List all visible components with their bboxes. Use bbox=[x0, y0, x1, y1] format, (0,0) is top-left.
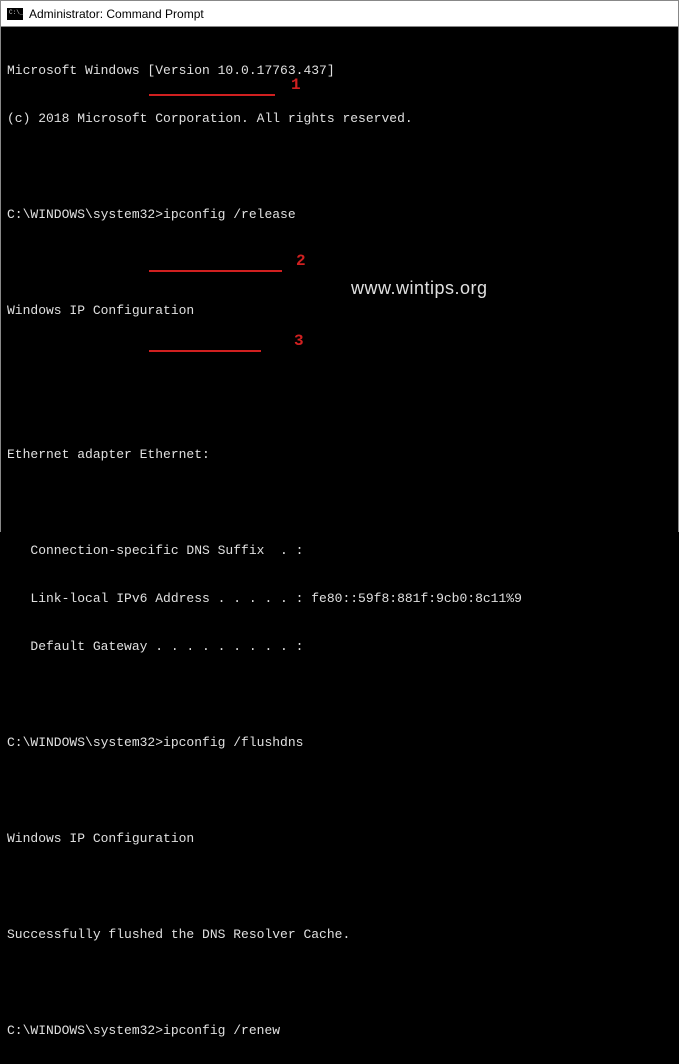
cmd-icon bbox=[7, 8, 23, 20]
output-line: Microsoft Windows [Version 10.0.17763.43… bbox=[7, 63, 672, 79]
prompt-path: C:\WINDOWS\system32> bbox=[7, 207, 163, 222]
annotation-2: 2 bbox=[296, 253, 306, 269]
output-line: Ethernet adapter Ethernet: bbox=[7, 447, 672, 463]
annotation-1: 1 bbox=[291, 77, 301, 93]
underline-1 bbox=[149, 94, 275, 96]
prompt-line: C:\WINDOWS\system32>ipconfig /flushdns bbox=[7, 735, 672, 751]
output-line: Successfully flushed the DNS Resolver Ca… bbox=[7, 927, 672, 943]
output-line bbox=[7, 879, 672, 895]
output-line bbox=[7, 159, 672, 175]
prompt-line: C:\WINDOWS\system32>ipconfig /release bbox=[7, 207, 672, 223]
output-line bbox=[7, 975, 672, 991]
command-text: ipconfig /flushdns bbox=[163, 735, 303, 750]
underline-3 bbox=[149, 350, 261, 352]
output-line: Windows IP Configuration bbox=[7, 831, 672, 847]
output-line bbox=[7, 783, 672, 799]
output-line bbox=[7, 687, 672, 703]
output-line: Default Gateway . . . . . . . . . : bbox=[7, 639, 672, 655]
output-line: Connection-specific DNS Suffix . : bbox=[7, 543, 672, 559]
prompt-path: C:\WINDOWS\system32> bbox=[7, 735, 163, 750]
command-text: ipconfig /renew bbox=[163, 1023, 280, 1038]
titlebar: Administrator: Command Prompt bbox=[1, 1, 678, 27]
output-line bbox=[7, 255, 672, 271]
output-line bbox=[7, 495, 672, 511]
output-line: Windows IP Configuration bbox=[7, 303, 672, 319]
output-line bbox=[7, 399, 672, 415]
prompt-path: C:\WINDOWS\system32> bbox=[7, 1023, 163, 1038]
prompt-line: C:\WINDOWS\system32>ipconfig /renew bbox=[7, 1023, 672, 1039]
underline-2 bbox=[149, 270, 282, 272]
output-line: Link-local IPv6 Address . . . . . : fe80… bbox=[7, 591, 672, 607]
output-line bbox=[7, 351, 672, 367]
terminal-output[interactable]: Microsoft Windows [Version 10.0.17763.43… bbox=[1, 27, 678, 1064]
watermark: www.wintips.org bbox=[351, 280, 488, 296]
output-line: (c) 2018 Microsoft Corporation. All righ… bbox=[7, 111, 672, 127]
window-title: Administrator: Command Prompt bbox=[29, 7, 204, 21]
command-text: ipconfig /release bbox=[163, 207, 296, 222]
annotation-3: 3 bbox=[294, 333, 304, 349]
